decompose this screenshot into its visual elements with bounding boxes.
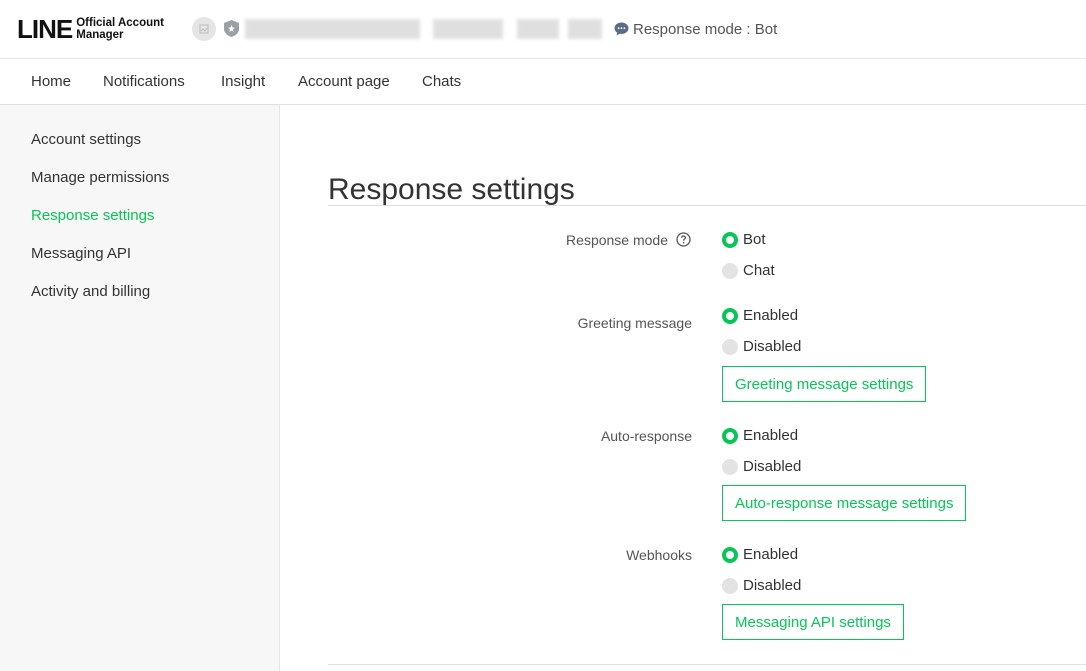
- sidebar-item-response-settings[interactable]: Response settings: [31, 207, 154, 224]
- greeting-message-settings-button[interactable]: Greeting message settings: [722, 366, 927, 402]
- radio-label: Chat: [743, 262, 775, 279]
- response-mode-bot-radio[interactable]: Bot: [722, 231, 766, 248]
- image-placeholder-icon: [199, 24, 209, 34]
- radio-label: Enabled: [743, 546, 799, 563]
- greeting-disabled-radio[interactable]: Disabled: [722, 338, 801, 355]
- radio-label: Disabled: [743, 577, 802, 594]
- redacted-account-extra: [568, 19, 602, 39]
- logo-subtitle-line2: Manager: [76, 29, 124, 41]
- greeting-message-label: Greeting message: [577, 315, 692, 331]
- title-divider: [328, 205, 1086, 206]
- messaging-api-settings-button[interactable]: Messaging API settings: [722, 604, 904, 640]
- radio-checked-icon: [722, 546, 738, 563]
- tab-account-page[interactable]: Account page: [298, 73, 390, 90]
- radio-label: Disabled: [743, 338, 802, 355]
- webhooks-enabled-radio[interactable]: Enabled: [722, 546, 798, 563]
- sidebar-item-manage-permissions[interactable]: Manage permissions: [31, 169, 169, 186]
- page-title: Response settings: [328, 173, 575, 207]
- greeting-enabled-radio[interactable]: Enabled: [722, 307, 798, 324]
- radio-unchecked-icon: [722, 338, 738, 355]
- tab-chats[interactable]: Chats: [422, 73, 461, 90]
- response-mode-chat-radio[interactable]: Chat: [722, 262, 775, 279]
- radio-unchecked-icon: [722, 262, 738, 279]
- response-mode-label: Response mode: [566, 232, 668, 248]
- radio-label: Enabled: [743, 427, 799, 444]
- chat-bubble-icon: [614, 22, 629, 36]
- radio-label: Disabled: [743, 458, 802, 475]
- line-oa-manager-logo[interactable]: LINE Official Account Manager: [17, 14, 164, 44]
- tab-home[interactable]: Home: [31, 73, 71, 90]
- radio-checked-icon: [722, 231, 738, 248]
- redacted-account-name: [245, 19, 420, 39]
- settings-sidebar: Account settings Manage permissions Resp…: [0, 105, 280, 671]
- radio-checked-icon: [722, 427, 738, 444]
- webhooks-label: Webhooks: [626, 547, 692, 563]
- redacted-account-id: [433, 19, 503, 39]
- auto-response-message-settings-button[interactable]: Auto-response message settings: [722, 485, 967, 521]
- radio-label: Bot: [743, 231, 766, 248]
- radio-label: Enabled: [743, 307, 799, 324]
- main-nav: Home Notifications Insight Account page …: [0, 59, 1086, 105]
- verified-shield-icon: [224, 20, 239, 37]
- logo-subtitle: Official Account Manager: [76, 17, 164, 41]
- radio-unchecked-icon: [722, 458, 738, 475]
- auto-response-disabled-radio[interactable]: Disabled: [722, 458, 801, 475]
- account-avatar[interactable]: [192, 17, 216, 41]
- radio-checked-icon: [722, 307, 738, 324]
- logo-line-text: LINE: [17, 14, 73, 44]
- logo-subtitle-line1: Official Account: [76, 17, 164, 29]
- bottom-divider: [328, 664, 1086, 665]
- redacted-account-info: [517, 19, 559, 39]
- auto-response-label: Auto-response: [600, 428, 692, 444]
- webhooks-disabled-radio[interactable]: Disabled: [722, 577, 801, 594]
- top-header: LINE Official Account Manager Response m…: [0, 0, 1086, 59]
- radio-unchecked-icon: [722, 577, 738, 594]
- sidebar-item-messaging-api[interactable]: Messaging API: [31, 245, 131, 262]
- sidebar-item-activity-billing[interactable]: Activity and billing: [31, 283, 150, 300]
- tab-insight[interactable]: Insight: [221, 73, 265, 90]
- response-mode-indicator[interactable]: Response mode : Bot: [614, 19, 777, 39]
- help-icon[interactable]: [676, 232, 691, 247]
- sidebar-item-account-settings[interactable]: Account settings: [31, 131, 141, 148]
- response-mode-indicator-text: Response mode : Bot: [633, 20, 778, 38]
- auto-response-enabled-radio[interactable]: Enabled: [722, 427, 798, 444]
- tab-notifications[interactable]: Notifications: [103, 73, 185, 90]
